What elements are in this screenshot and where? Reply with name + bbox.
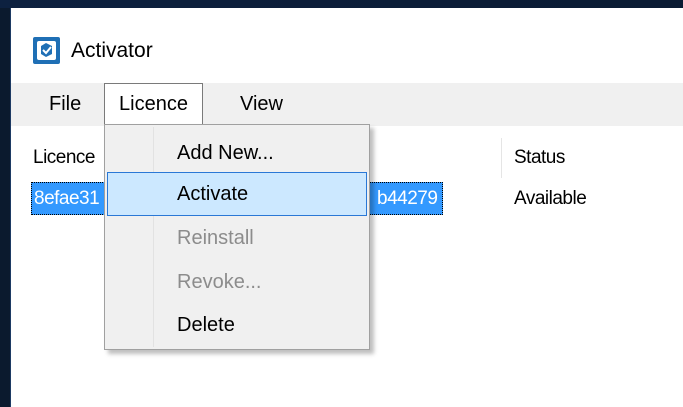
activator-app-icon (33, 37, 60, 64)
column-separator[interactable] (501, 138, 502, 178)
menu-view[interactable]: View (226, 83, 297, 126)
menu-item-revoke[interactable]: Revoke... (107, 260, 367, 304)
menu-item-delete[interactable]: Delete (107, 303, 367, 347)
menu-file[interactable]: File (35, 83, 95, 126)
licence-key-start: 8efae31 (34, 188, 100, 209)
row-status: Available (514, 188, 587, 209)
menu-bar: File Licence View (11, 83, 683, 127)
menu-licence[interactable]: Licence (104, 83, 203, 127)
menu-item-add-new[interactable]: Add New... (107, 131, 367, 175)
menu-item-activate[interactable]: Activate (107, 172, 367, 216)
column-header-licence[interactable]: Licence (33, 138, 96, 178)
menu-item-reinstall[interactable]: Reinstall (107, 216, 367, 260)
column-header-status[interactable]: Status (514, 138, 565, 178)
desktop-background (0, 0, 683, 8)
licence-dropdown-menu: Add New... Activate Reinstall Revoke... … (104, 124, 370, 350)
window-title: Activator (71, 39, 153, 62)
licence-key-end: b44279 (377, 188, 438, 209)
title-bar[interactable]: Activator (11, 8, 683, 83)
